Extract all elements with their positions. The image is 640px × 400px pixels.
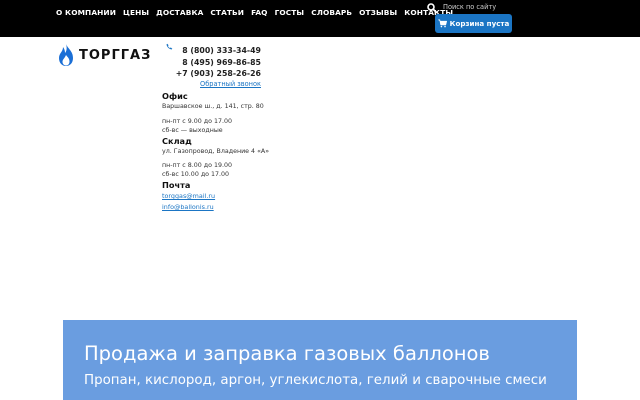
hero-title: Продажа и заправка газовых баллонов xyxy=(84,342,490,365)
callback-link[interactable]: Обратный звонок xyxy=(200,80,261,88)
nav-item-dictionary[interactable]: СЛОВАРЬ xyxy=(311,8,352,17)
office-weekend: сб-вс — выходные xyxy=(162,127,223,134)
nav-item-gosts[interactable]: ГОСТЫ xyxy=(275,8,305,17)
logo-text: ТОРГГАЗ xyxy=(79,47,152,63)
office-heading: Офис xyxy=(162,91,188,101)
warehouse-heading: Склад xyxy=(162,136,192,146)
mail-heading: Почта xyxy=(162,180,191,190)
search-input[interactable] xyxy=(443,1,523,13)
top-bar: О КОМПАНИИ ЦЕНЫ ДОСТАВКА СТАТЬИ FAQ ГОСТ… xyxy=(0,0,640,37)
nav-item-delivery[interactable]: ДОСТАВКА xyxy=(156,8,203,17)
office-hours: пн-пт с 9.00 до 17.00 xyxy=(162,118,233,125)
main-nav: О КОМПАНИИ ЦЕНЫ ДОСТАВКА СТАТЬИ FAQ ГОСТ… xyxy=(56,8,460,17)
email-link[interactable]: info@ballonis.ru xyxy=(162,203,214,211)
nav-item-reviews[interactable]: ОТЗЫВЫ xyxy=(359,8,397,17)
phone-number[interactable]: +7 (903) 258-26-26 xyxy=(176,68,261,80)
email-link[interactable]: torggas@mail.ru xyxy=(162,192,215,200)
site-logo[interactable]: ТОРГГАЗ xyxy=(56,43,151,67)
office-address: Варшавское ш., д. 141, стр. 80 xyxy=(162,103,264,110)
cart-button[interactable]: Корзина пуста xyxy=(435,14,512,33)
phone-number[interactable]: 8 (800) 333-34-49 xyxy=(176,45,261,57)
warehouse-address: ул. Газопровод, Владение 4 «А» xyxy=(162,148,270,155)
hero-banner: Продажа и заправка газовых баллонов Проп… xyxy=(63,320,577,400)
cart-icon xyxy=(437,19,447,28)
phone-number[interactable]: 8 (495) 969-86-85 xyxy=(176,57,261,69)
flame-icon xyxy=(59,44,73,66)
warehouse-weekend: сб-вс 10.00 до 17.00 xyxy=(162,171,230,178)
search-icon[interactable] xyxy=(427,3,437,13)
nav-item-articles[interactable]: СТАТЬИ xyxy=(210,8,244,17)
warehouse-hours: пн-пт с 8.00 до 19.00 xyxy=(162,162,233,169)
nav-item-faq[interactable]: FAQ xyxy=(251,8,268,17)
phone-icon xyxy=(166,43,173,50)
nav-item-about[interactable]: О КОМПАНИИ xyxy=(56,8,116,17)
nav-item-prices[interactable]: ЦЕНЫ xyxy=(123,8,149,17)
cart-button-label: Корзина пуста xyxy=(449,19,510,28)
hero-subtitle: Пропан, кислород, аргон, углекислота, ге… xyxy=(84,373,547,388)
phone-list: 8 (800) 333-34-49 8 (495) 969-86-85 +7 (… xyxy=(176,45,261,80)
